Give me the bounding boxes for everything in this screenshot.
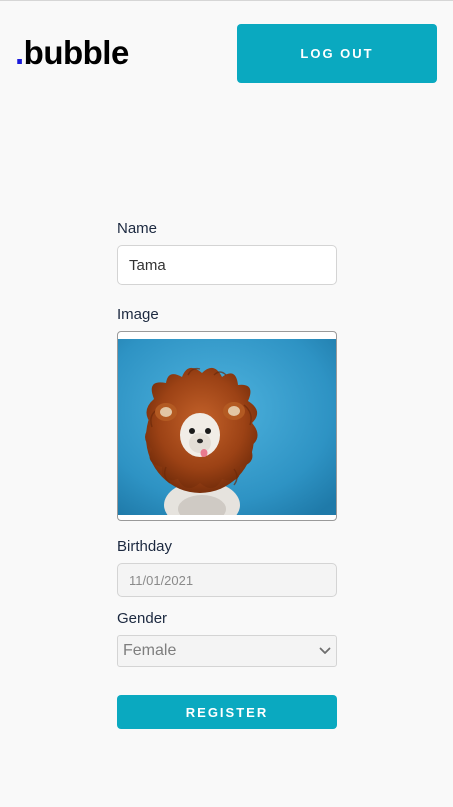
birthday-input[interactable] [117,563,337,597]
logo-dot: . [15,34,24,71]
logo-text: bubble [23,34,130,71]
logout-button[interactable]: LOG OUT [237,24,437,83]
name-label: Name [117,220,158,237]
gender-select[interactable]: Female [117,635,337,667]
bubble-logo[interactable]: .bubble [15,35,129,71]
pet-photo [118,339,336,520]
chevron-down-icon [319,642,331,660]
birthday-label: Birthday [117,538,173,555]
gender-selected-value: Female [123,642,177,659]
name-input[interactable] [117,245,337,285]
gender-label: Gender [117,610,168,627]
image-label: Image [117,306,159,323]
register-button[interactable]: REGISTER [117,695,337,729]
image-uploader[interactable] [117,331,337,521]
page: .bubble LOG OUT Name Image [0,0,453,807]
